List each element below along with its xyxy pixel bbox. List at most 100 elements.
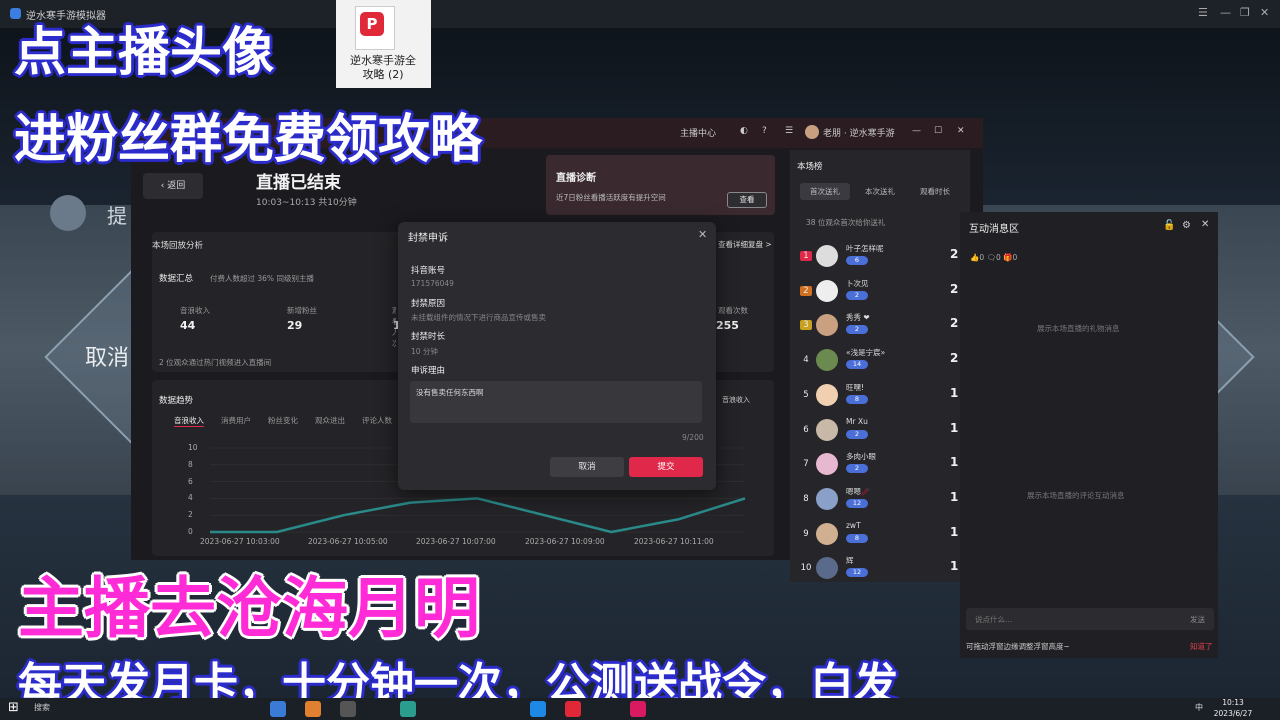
ranking-row[interactable]: 10 辉 12 1 (796, 555, 966, 585)
hint-dismiss-link[interactable]: 知道了 (1190, 641, 1213, 652)
minimize-icon[interactable]: — (912, 126, 921, 136)
clock-time: 10:13 (1222, 698, 1244, 707)
rank-score: 1 (950, 420, 959, 435)
ranking-row[interactable]: 9 zwT 8 1 (796, 521, 966, 551)
fan-level-badge: 2 (846, 464, 868, 474)
rank-score: 2 (950, 316, 959, 331)
diagnosis-title: 直播诊断 (556, 173, 596, 184)
game-dialog-title: 提 (107, 204, 127, 228)
close-icon[interactable]: ✕ (957, 126, 965, 136)
headset-icon[interactable]: ◐ (740, 126, 748, 136)
field-label: 封禁时长 (411, 332, 446, 342)
clock-date: 2023/6/27 (1213, 709, 1253, 718)
reason-text: 没有售卖任何东西啊 (416, 388, 484, 397)
fan-level-badge: 12 (846, 498, 868, 508)
trend-tab[interactable]: 消费用户 (221, 415, 251, 426)
submit-button[interactable]: 提交 (629, 457, 703, 477)
modal-close-icon[interactable]: ✕ (698, 228, 707, 241)
trend-tab[interactable]: 粉丝变化 (268, 415, 298, 426)
settings-icon[interactable]: ⚙ (1182, 220, 1191, 231)
maximize-icon[interactable]: ☐ (934, 126, 942, 136)
ranking-title: 本场榜 (797, 162, 823, 172)
rank-score: 1 (950, 524, 959, 539)
gift-empty-text: 展示本场直播的礼物消息 (1037, 324, 1120, 333)
ranking-row[interactable]: 5 旺嘿! 8 1 (796, 382, 966, 412)
taskbar-search[interactable]: 搜索 (34, 702, 50, 713)
ranking-row[interactable]: 1 叶子怎样呢 6 2 (796, 243, 966, 273)
rank-number: 7 (803, 459, 809, 470)
summary-desc: 付费人数超过 36% 同级别主播 (210, 274, 314, 283)
taskbar-app-icon[interactable] (270, 701, 286, 717)
taskbar-app-icon[interactable] (630, 701, 646, 717)
user-name[interactable]: 老朋 · 逆水寒手游 (823, 126, 895, 139)
user-avatar[interactable] (816, 453, 838, 476)
cancel-button[interactable]: 取消 (550, 457, 624, 477)
rank-user-name: 秀秀 ❤ (846, 313, 870, 323)
stat-value: 29 (287, 319, 303, 332)
taskbar-app-icon[interactable] (340, 701, 356, 717)
caption-line-3: 主播去沧海月明 (18, 570, 480, 647)
ranking-row[interactable]: 8 嗯嗯🥢 12 1 (796, 486, 966, 516)
user-avatar[interactable] (816, 557, 838, 580)
fan-level-badge: 14 (846, 360, 868, 370)
ranking-row[interactable]: 3 秀秀 ❤ 2 2 (796, 312, 966, 342)
menu-icon[interactable]: ☰ (1198, 6, 1208, 19)
user-avatar[interactable] (816, 314, 838, 337)
trend-tab[interactable]: 观众进出 (315, 415, 345, 426)
ranking-row[interactable]: 2 卜次见 2 2 (796, 278, 966, 308)
minimize-icon[interactable]: — (1220, 6, 1231, 19)
ranking-tab-first-gift[interactable]: 首次送礼 (800, 183, 850, 200)
user-avatar[interactable] (816, 487, 838, 510)
start-icon[interactable]: ⊞ (8, 700, 19, 715)
rank-number: 5 (803, 389, 809, 400)
rank-score: 2 (950, 247, 959, 261)
back-label: 返回 (167, 181, 186, 191)
user-avatar[interactable] (816, 522, 838, 545)
field-label: 封禁原因 (411, 299, 446, 309)
stat-label: 音浪收入 (180, 306, 210, 315)
taskbar-app-icon[interactable] (305, 701, 321, 717)
field-value: 10 分钟 (411, 347, 438, 356)
user-avatar[interactable] (816, 418, 838, 441)
send-button[interactable]: 发送 (1190, 614, 1205, 625)
restore-icon[interactable]: ❐ (1240, 6, 1250, 19)
user-avatar[interactable] (816, 383, 838, 406)
rank-number: 10 (800, 563, 812, 574)
close-icon[interactable]: ✕ (1201, 219, 1209, 230)
tray-clock[interactable]: 10:13 2023/6/27 (1212, 697, 1254, 719)
field-label: 抖音账号 (411, 266, 446, 276)
rank-user-name: 辉 (846, 556, 854, 566)
rank-number: 4 (803, 355, 809, 366)
help-icon[interactable]: ? (762, 126, 767, 136)
menu-icon[interactable]: ☰ (785, 126, 793, 136)
taskbar-app-icon[interactable] (565, 701, 581, 717)
user-avatar[interactable] (805, 125, 819, 139)
user-avatar[interactable] (816, 279, 838, 302)
trend-tab[interactable]: 音浪收入 (174, 415, 204, 427)
modal-title: 封禁申诉 (408, 233, 448, 244)
taskbar-app-icon[interactable] (530, 701, 546, 717)
user-avatar[interactable] (816, 245, 838, 267)
ranking-row[interactable]: 4 «浅是宁宸» 14 2 (796, 347, 966, 377)
stat-note: 2 位观众通过热门视频进入直播间 (159, 358, 272, 367)
summary-label: 数据汇总 (159, 274, 194, 284)
rank-number: 3 (800, 320, 812, 331)
diagnosis-view-button[interactable]: 查看 (727, 192, 767, 208)
unlock-icon[interactable]: 🔓 (1163, 220, 1175, 231)
trend-tab[interactable]: 评论人数 (362, 415, 392, 426)
input-language[interactable]: 中 (1195, 702, 1203, 713)
user-avatar[interactable] (816, 349, 838, 372)
detail-review-link[interactable]: 查看详细复盘 > (718, 239, 772, 250)
ranking-row[interactable]: 7 多肉小眼 2 1 (796, 451, 966, 481)
trend-title: 数据趋势 (159, 396, 194, 406)
file-name: 逆水寒手游全 攻略 (2) (350, 54, 416, 81)
ranking-row[interactable]: 6 Mr Xu 2 1 (796, 417, 966, 447)
anchor-center-link[interactable]: 主播中心 (680, 126, 716, 139)
back-button[interactable]: ‹ 返回 (143, 173, 203, 199)
rank-score: 1 (950, 559, 959, 574)
ranking-tab-watch-time[interactable]: 观看时长 (910, 183, 960, 200)
taskbar-app-icon[interactable] (400, 701, 416, 717)
close-icon[interactable]: ✕ (1260, 6, 1269, 19)
ranking-tab-current-gift[interactable]: 本次送礼 (855, 183, 905, 200)
interaction-title: 互动消息区 (969, 224, 1019, 235)
